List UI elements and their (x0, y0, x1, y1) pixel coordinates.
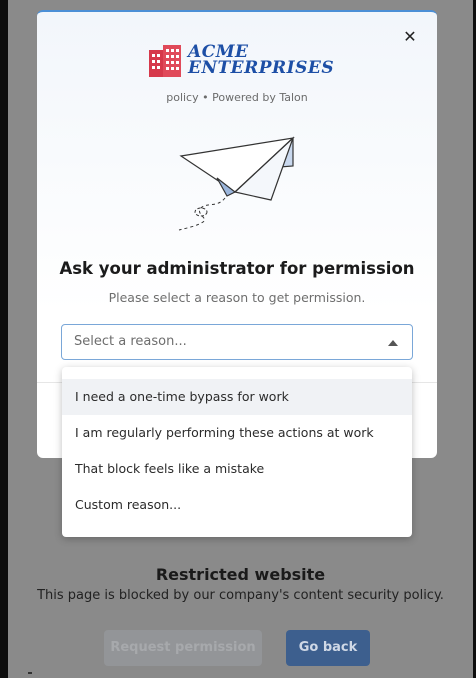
reason-option[interactable]: I am regularly performing these actions … (62, 415, 412, 451)
restricted-title: Restricted website (155, 565, 326, 584)
reason-dropdown-menu: I need a one-time bypass for work I am r… (62, 367, 412, 537)
paper-plane-icon (178, 136, 295, 231)
modal-subtitle: Please select a reason to get permission… (108, 290, 366, 305)
company-logo: ACME ENTERPRISES (148, 43, 334, 80)
reason-select-placeholder: Select a reason... (74, 334, 187, 349)
reason-option[interactable]: That block feels like a mistake (62, 451, 412, 487)
reason-option[interactable]: Custom reason... (62, 487, 412, 523)
page-marker (28, 672, 32, 674)
reason-option[interactable]: I need a one-time bypass for work (62, 379, 412, 415)
restricted-subtitle: This page is blocked by our company's co… (37, 588, 444, 603)
request-permission-button[interactable]: Request permission (104, 630, 262, 666)
caret-up-icon (388, 340, 398, 346)
window-frame-left (0, 0, 8, 678)
reason-select[interactable]: Select a reason... (61, 324, 413, 360)
powered-by-text: policy • Powered by Talon (166, 91, 308, 104)
logo-text-enterprises: ENTERPRISES (188, 58, 335, 78)
go-back-button[interactable]: Go back (286, 630, 370, 666)
building-icon (149, 45, 181, 77)
close-icon[interactable]: ✕ (401, 28, 419, 46)
modal-title: Ask your administrator for permission (59, 259, 415, 278)
